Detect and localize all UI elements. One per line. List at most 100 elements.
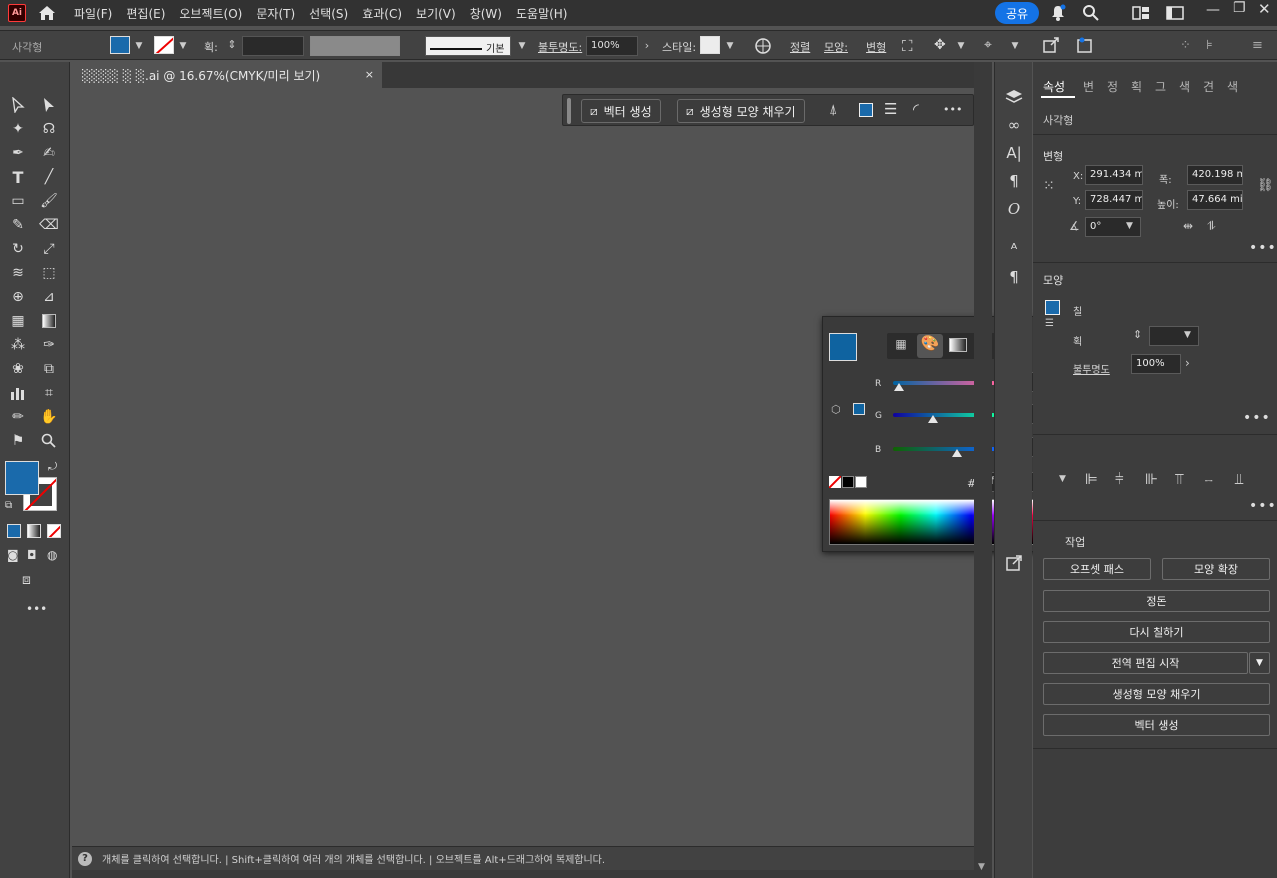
fill-options-icon[interactable]: ☰ bbox=[1045, 318, 1054, 329]
opentype-icon[interactable]: O bbox=[1003, 198, 1025, 220]
stroke-weight-input[interactable] bbox=[1149, 326, 1199, 346]
tab-align[interactable]: 정 bbox=[1107, 78, 1118, 95]
character-styles-icon[interactable]: ᴬ bbox=[1003, 238, 1025, 260]
swatches-icon[interactable]: ▦ bbox=[891, 337, 911, 355]
shape-label[interactable]: 모양: bbox=[824, 39, 848, 55]
paragraph-icon[interactable]: ¶ bbox=[1003, 170, 1025, 192]
gradient-icon[interactable] bbox=[949, 338, 967, 352]
line-tool-icon[interactable]: ╱ bbox=[38, 166, 60, 188]
layers-icon[interactable] bbox=[1003, 86, 1025, 108]
perspective-grid-tool-icon[interactable]: ⊿ bbox=[38, 286, 60, 308]
blend-tool-icon[interactable]: ⁂ bbox=[7, 334, 29, 356]
draw-normal-icon[interactable]: ◙ bbox=[7, 548, 19, 562]
fill-swatch[interactable] bbox=[1045, 300, 1060, 315]
corner-radius-icon[interactable]: ◜ bbox=[913, 100, 919, 118]
artboard-tool-icon[interactable]: ⧉ bbox=[38, 358, 60, 380]
share-button[interactable]: 공유 bbox=[995, 2, 1039, 24]
workspace-icon[interactable] bbox=[1166, 6, 1184, 23]
flip-horizontal-icon[interactable]: ⇹ bbox=[1183, 219, 1193, 233]
arrange-button[interactable]: 정돈 bbox=[1043, 590, 1270, 612]
magic-wand-tool-icon[interactable]: ✦ bbox=[7, 118, 29, 140]
recolor-icon[interactable]: ⍋ bbox=[829, 102, 837, 118]
menu-view[interactable]: 보기(V) bbox=[416, 5, 456, 22]
chevron-down-icon[interactable]: ▼ bbox=[724, 40, 736, 52]
lasso-tool-icon[interactable]: ☊ bbox=[38, 118, 60, 140]
panel-menu-icon[interactable]: ≡ bbox=[1252, 38, 1263, 53]
opacity-label[interactable]: 불투명도 bbox=[1073, 361, 1110, 376]
document-tab[interactable]: ░░░░ ░ ░.ai @ 16.67%(CMYK/미리 보기) × bbox=[72, 62, 382, 88]
edit-toolbar-icon[interactable]: ⚑ bbox=[7, 430, 29, 452]
tab-properties[interactable]: 속성 bbox=[1043, 78, 1065, 95]
offset-path-button[interactable]: 오프셋 패스 bbox=[1043, 558, 1151, 580]
tab-color[interactable]: 색 bbox=[1179, 78, 1190, 95]
generative-fill-button[interactable]: ⧄ 생성형 모양 채우기 bbox=[677, 99, 805, 123]
maximize-icon[interactable]: ❐ bbox=[1233, 0, 1246, 16]
mesh-tool-icon[interactable]: ▦ bbox=[7, 310, 29, 332]
more-transform-icon[interactable]: ••• bbox=[1249, 240, 1277, 256]
g-slider-thumb[interactable] bbox=[927, 415, 938, 423]
pencil-tool-icon[interactable]: ✏ bbox=[7, 406, 29, 428]
default-colors-icon[interactable]: ⧉ bbox=[5, 500, 12, 511]
align-vcenter-icon[interactable]: ⧿ bbox=[1205, 470, 1213, 488]
generative-icon[interactable] bbox=[1076, 36, 1094, 57]
r-slider-thumb[interactable] bbox=[894, 383, 904, 391]
direct-selection-tool-icon[interactable] bbox=[38, 94, 60, 116]
chevron-down-icon[interactable]: ▼ bbox=[1184, 330, 1191, 340]
recolor-button[interactable]: 다시 칠하기 bbox=[1043, 621, 1270, 643]
paintbrush-tool-icon[interactable]: 🖌 bbox=[38, 190, 60, 212]
export-icon[interactable] bbox=[1042, 36, 1060, 57]
grid-options-icon[interactable]: ⁘ bbox=[1180, 38, 1191, 53]
opacity-label[interactable]: 불투명도: bbox=[538, 39, 582, 55]
closest-color-swatch[interactable] bbox=[853, 403, 865, 415]
pen-tool-icon[interactable]: ✒ bbox=[7, 142, 29, 164]
menu-select[interactable]: 선택(S) bbox=[309, 5, 348, 22]
more-align-icon[interactable]: ••• bbox=[1249, 498, 1277, 514]
stroke-swatch[interactable] bbox=[154, 36, 174, 54]
b-slider-thumb[interactable] bbox=[952, 449, 962, 457]
chevron-down-icon[interactable]: ▼ bbox=[177, 40, 189, 52]
angle-icon[interactable]: ∡ bbox=[1069, 219, 1080, 233]
stepper-icon[interactable]: ⇕ bbox=[1133, 328, 1142, 341]
chevron-right-icon[interactable]: › bbox=[641, 40, 653, 52]
chevron-down-icon[interactable]: ▼ bbox=[1059, 474, 1066, 484]
character-icon[interactable]: A| bbox=[1003, 142, 1025, 164]
shape-builder-tool-icon[interactable]: ⊕ bbox=[7, 286, 29, 308]
expand-shape-button[interactable]: 모양 확장 bbox=[1162, 558, 1270, 580]
opacity-input[interactable]: 100% bbox=[1131, 354, 1181, 374]
generate-vector-button[interactable]: ⧄ 벡터 생성 bbox=[581, 99, 661, 123]
recolor-icon[interactable] bbox=[754, 37, 772, 58]
chevron-down-icon[interactable]: ▼ bbox=[1009, 40, 1021, 52]
rotate-tool-icon[interactable]: ↻ bbox=[7, 238, 29, 260]
draw-inside-icon[interactable]: ◍ bbox=[47, 548, 57, 562]
generate-vector-button[interactable]: 벡터 생성 bbox=[1043, 714, 1270, 736]
eraser-tool-icon[interactable]: ⌫ bbox=[38, 214, 60, 236]
hand-tool-icon[interactable]: ✋ bbox=[38, 406, 60, 428]
bell-icon[interactable] bbox=[1050, 4, 1066, 25]
minimize-icon[interactable]: — bbox=[1206, 2, 1220, 18]
screen-mode-icon[interactable]: ⧈ bbox=[22, 572, 31, 588]
chevron-down-icon[interactable]: ▼ bbox=[516, 40, 528, 52]
align-options-icon[interactable]: ⊧ bbox=[1206, 38, 1213, 53]
chevron-down-icon[interactable]: ▼ bbox=[133, 40, 145, 52]
puppet-warp-icon[interactable]: ✥ bbox=[934, 37, 946, 53]
asset-export-icon[interactable] bbox=[1003, 552, 1025, 574]
fill-color-box[interactable] bbox=[5, 461, 39, 495]
search-icon[interactable] bbox=[1082, 4, 1100, 25]
brush-definition[interactable]: 기본 bbox=[425, 36, 511, 56]
constrain-proportions-icon[interactable]: ⛓ bbox=[1257, 178, 1274, 193]
align-bottom-icon[interactable]: ⫫ bbox=[1235, 470, 1243, 488]
width-tool-icon[interactable]: ≋ bbox=[7, 262, 29, 284]
eyedropper-tool-icon[interactable]: ✑ bbox=[38, 334, 60, 356]
scroll-down-icon[interactable]: ▼ bbox=[978, 862, 985, 872]
x-input[interactable]: 291.434 m bbox=[1085, 165, 1143, 185]
menu-edit[interactable]: 편집(E) bbox=[126, 5, 165, 22]
close-tab-icon[interactable]: × bbox=[365, 68, 374, 81]
rectangle-tool-icon[interactable]: ▭ bbox=[7, 190, 29, 212]
gradient-mode-icon[interactable] bbox=[27, 524, 41, 538]
close-window-icon[interactable]: ✕ bbox=[1258, 0, 1271, 18]
transform-label[interactable]: 변형 bbox=[866, 39, 886, 55]
none-swatch[interactable] bbox=[829, 476, 841, 488]
paragraph-styles-icon[interactable]: ¶ bbox=[1003, 266, 1025, 288]
align-label[interactable]: 정렬 bbox=[790, 39, 810, 55]
generative-fill-button[interactable]: 생성형 모양 채우기 bbox=[1043, 683, 1270, 705]
